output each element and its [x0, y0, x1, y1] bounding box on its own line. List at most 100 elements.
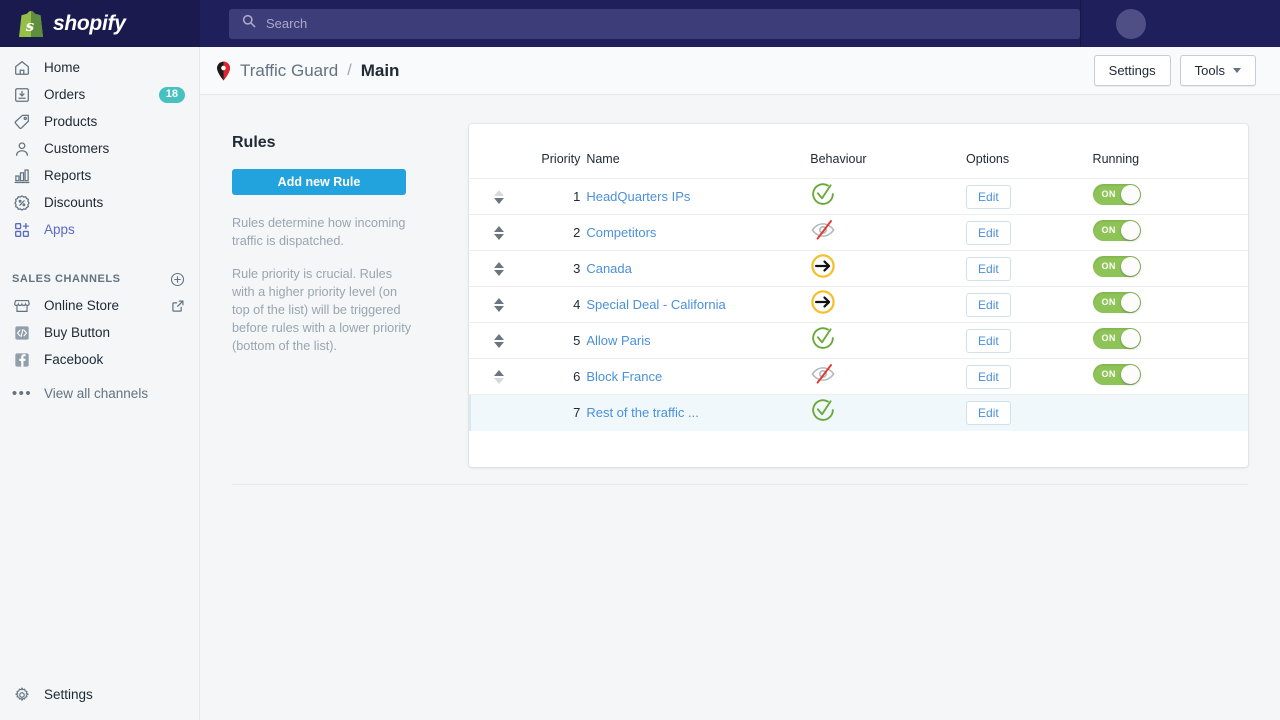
move-down-icon[interactable] [493, 197, 504, 204]
sidebar-item-reports[interactable]: Reports [0, 162, 199, 189]
sidebar: Home Orders 18 Products Customers Report… [0, 47, 200, 720]
move-down-icon[interactable] [493, 377, 504, 384]
rule-name-link[interactable]: Block France [586, 369, 662, 384]
add-new-rule-button[interactable]: Add new Rule [232, 169, 406, 195]
edit-button[interactable]: Edit [966, 184, 1011, 209]
move-up-icon[interactable] [493, 225, 504, 232]
edit-button[interactable]: Edit [966, 328, 1011, 353]
apps-icon [12, 220, 32, 240]
cell-options: Edit [966, 358, 1093, 395]
edit-button[interactable]: Edit [966, 292, 1011, 317]
edit-button[interactable]: Edit [966, 220, 1011, 245]
rule-name-link[interactable]: Special Deal - California [586, 297, 725, 312]
cell-running: ON [1092, 286, 1248, 323]
cell-running: ON [1092, 358, 1248, 395]
move-down-icon[interactable] [493, 305, 504, 312]
sidebar-item-home[interactable]: Home [0, 54, 199, 81]
tools-button-label: Tools [1194, 63, 1225, 78]
move-down-icon[interactable] [493, 269, 504, 276]
header-actions: Settings Tools [1093, 55, 1256, 86]
ellipsis-icon: ••• [11, 385, 33, 402]
sidebar-item-apps[interactable]: Apps [0, 216, 199, 243]
running-toggle[interactable]: ON [1092, 363, 1141, 385]
sidebar-item-buy-button[interactable]: Buy Button [0, 319, 199, 346]
running-toggle[interactable]: ON [1092, 327, 1141, 349]
table-row: 1 HeadQuarters IPs Edit ON [469, 178, 1248, 215]
breadcrumb-app[interactable]: Traffic Guard [240, 61, 338, 81]
behaviour-icon [810, 325, 836, 356]
rule-name-link[interactable]: Canada [586, 261, 632, 276]
running-toggle[interactable]: ON [1092, 219, 1141, 241]
sidebar-label: Settings [44, 687, 93, 702]
column-name: Name [586, 124, 811, 179]
cell-priority: 2 [528, 214, 587, 251]
sidebar-label: Home [44, 60, 81, 75]
sidebar-label: Online Store [44, 298, 120, 313]
external-link-icon[interactable] [171, 299, 185, 313]
cell-priority: 1 [528, 178, 587, 215]
reorder-handle[interactable] [493, 261, 504, 276]
cell-priority: 7 [528, 394, 587, 431]
move-down-icon[interactable] [493, 233, 504, 240]
sidebar-item-orders[interactable]: Orders 18 [0, 81, 199, 108]
toggle-label: ON [1101, 224, 1116, 235]
edit-button[interactable]: Edit [966, 256, 1011, 281]
avatar[interactable] [1116, 8, 1146, 39]
edit-button[interactable]: Edit [966, 400, 1011, 425]
behaviour-icon [810, 397, 836, 428]
move-up-icon[interactable] [493, 189, 504, 196]
sidebar-item-settings[interactable]: Settings [0, 681, 200, 708]
sidebar-item-discounts[interactable]: Discounts [0, 189, 199, 216]
search-icon [242, 14, 256, 33]
tools-button[interactable]: Tools [1179, 55, 1256, 86]
toggle-knob [1120, 292, 1140, 312]
settings-button[interactable]: Settings [1093, 55, 1171, 86]
map-pin-icon [216, 61, 231, 81]
running-toggle[interactable]: ON [1092, 183, 1141, 205]
move-down-icon[interactable] [493, 341, 504, 348]
cell-priority: 4 [528, 286, 587, 323]
facebook-icon [12, 350, 32, 370]
move-up-icon[interactable] [493, 369, 504, 376]
sidebar-item-online-store[interactable]: Online Store [0, 292, 199, 319]
search-input[interactable]: Search [229, 8, 1080, 39]
priority-value: 7 [573, 405, 581, 421]
edit-button[interactable]: Edit [966, 364, 1011, 389]
move-up-icon[interactable] [493, 333, 504, 340]
sidebar-item-facebook[interactable]: Facebook [0, 346, 199, 373]
cell-name: Allow Paris [586, 322, 811, 359]
move-up-icon[interactable] [493, 297, 504, 304]
cell-priority: 6 [528, 358, 587, 395]
move-up-icon[interactable] [493, 261, 504, 268]
behaviour-icon [810, 217, 836, 248]
reorder-handle[interactable] [493, 333, 504, 348]
cell-name: HeadQuarters IPs [586, 178, 811, 215]
cell-behaviour [810, 178, 967, 215]
cell-running: ON [1092, 178, 1248, 215]
cell-behaviour [810, 214, 967, 251]
customers-icon [12, 139, 32, 159]
code-icon [12, 323, 32, 343]
column-options: Options [966, 124, 1093, 179]
rules-description-1: Rules determine how incoming traffic is … [232, 216, 406, 248]
reorder-handle[interactable] [493, 297, 504, 312]
plus-circle-icon[interactable] [170, 272, 185, 287]
reorder-handle[interactable] [493, 369, 504, 384]
reorder-handle[interactable] [493, 189, 504, 204]
sidebar-item-view-all-channels[interactable]: ••• View all channels [0, 380, 199, 407]
rule-name-link[interactable]: Allow Paris [586, 333, 650, 348]
priority-value: 4 [573, 297, 581, 312]
shopify-logo[interactable]: s shopify [0, 0, 200, 47]
rule-name-link[interactable]: Rest of the traffic ... [586, 405, 698, 420]
settings-button-label: Settings [1108, 63, 1156, 78]
toggle-knob [1120, 220, 1140, 240]
rule-name-link[interactable]: HeadQuarters IPs [586, 189, 690, 204]
rules-table-card: Priority Name Behaviour Options Running … [469, 124, 1248, 467]
reorder-handle[interactable] [493, 225, 504, 240]
running-toggle[interactable]: ON [1092, 255, 1141, 277]
rule-name-link[interactable]: Competitors [586, 225, 656, 240]
sidebar-item-products[interactable]: Products [0, 108, 199, 135]
running-toggle[interactable]: ON [1092, 291, 1141, 313]
account-area [1080, 0, 1280, 47]
sidebar-item-customers[interactable]: Customers [0, 135, 199, 162]
